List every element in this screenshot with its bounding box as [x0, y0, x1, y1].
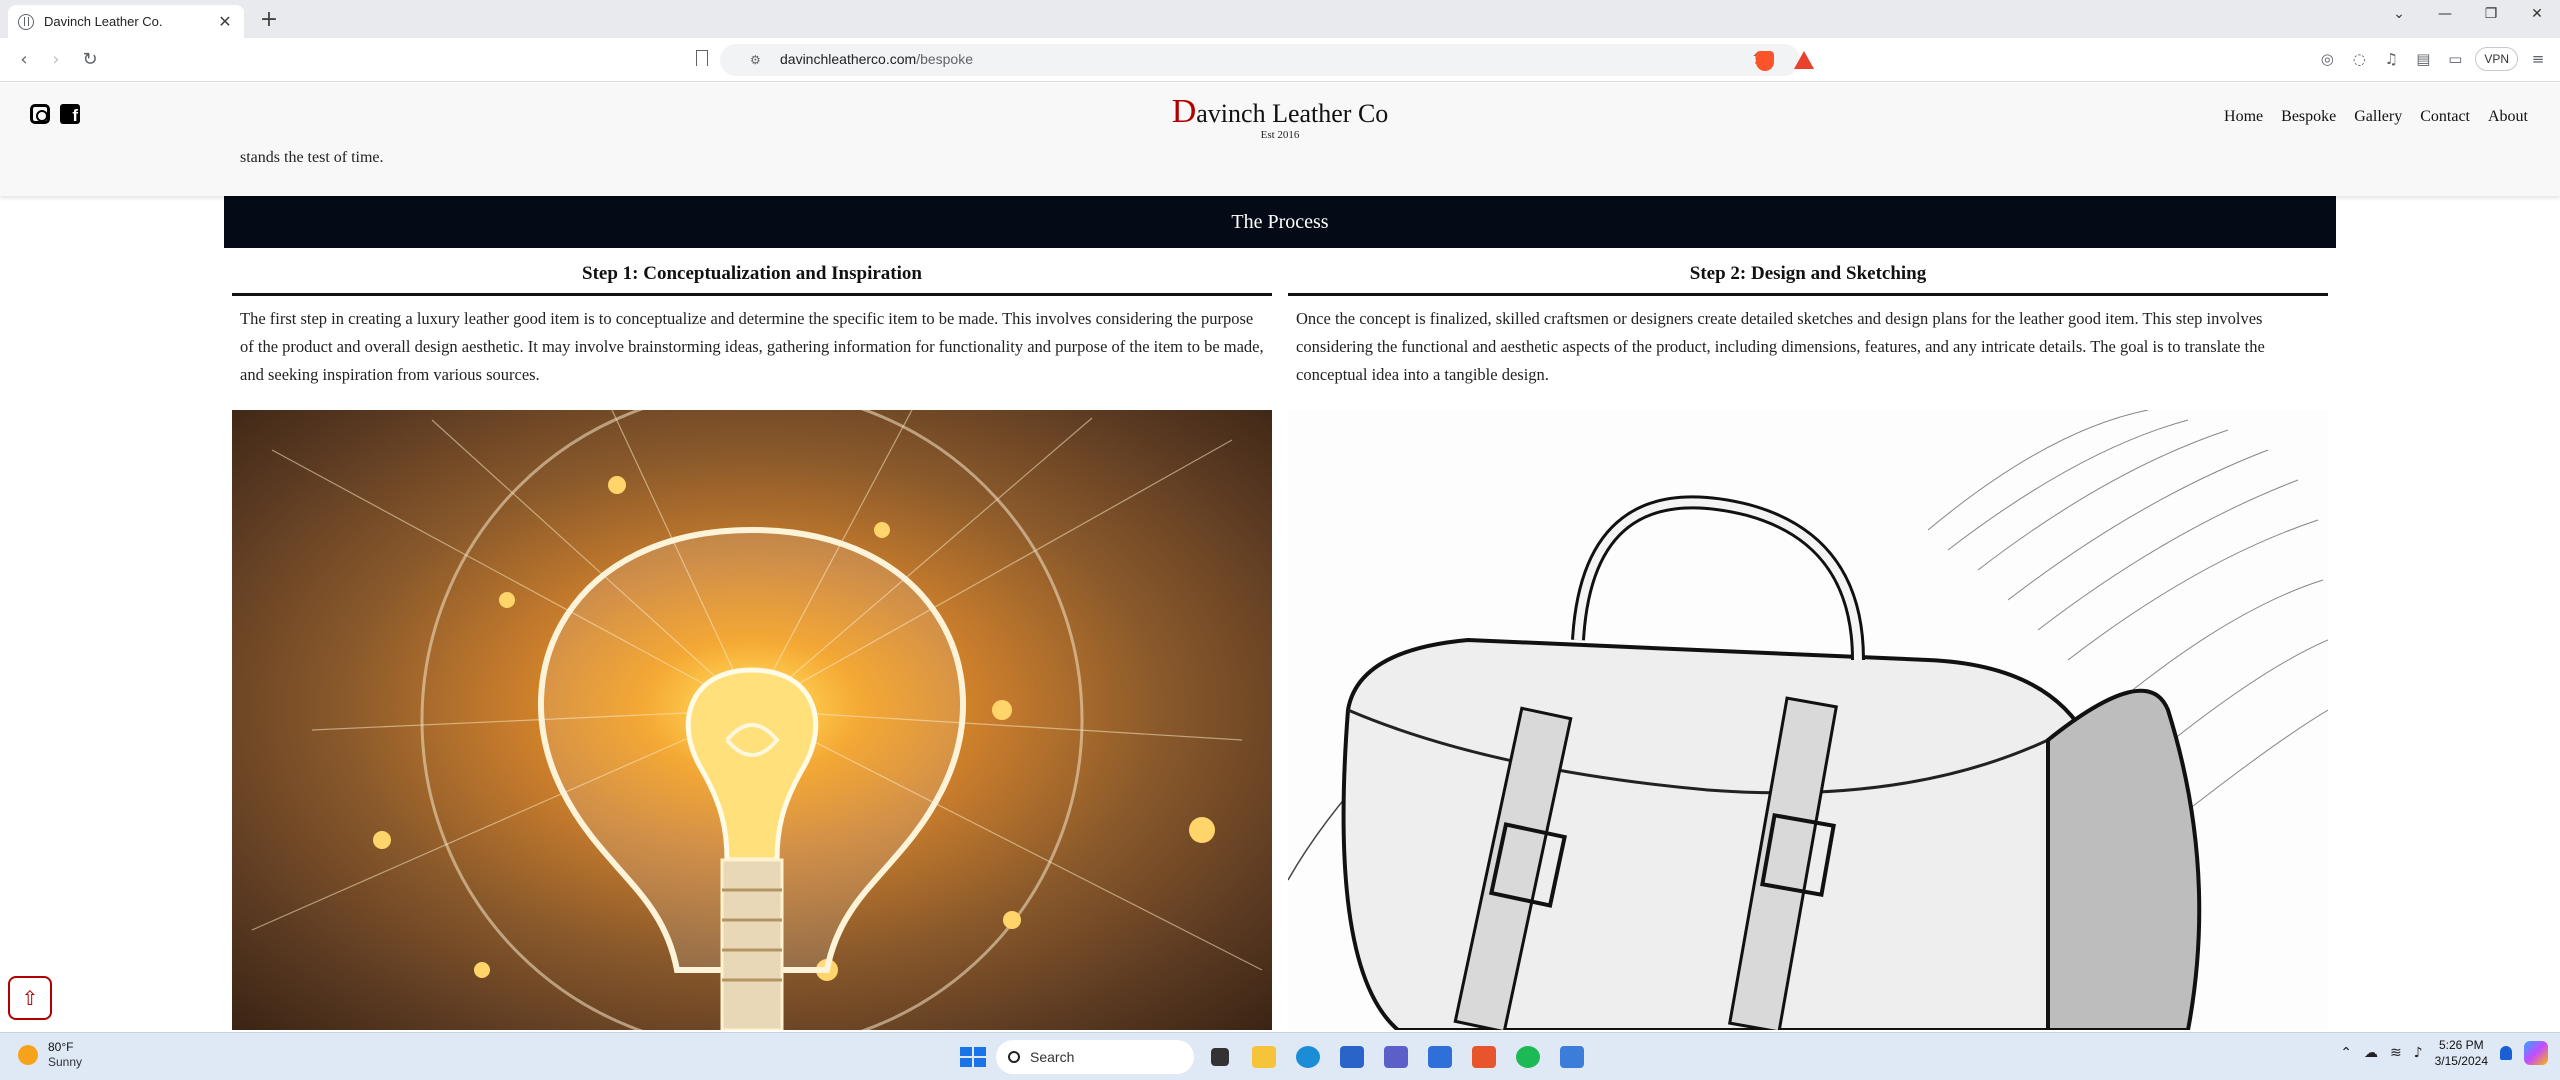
- site-header: f Davinch Leather Co Est 2016 Home Bespo…: [0, 83, 2560, 196]
- nav-gallery[interactable]: Gallery: [2354, 108, 2402, 126]
- nav-about[interactable]: About: [2488, 108, 2528, 126]
- new-tab-button[interactable]: +: [255, 6, 283, 34]
- step-title: Step 2: Design and Sketching: [1288, 248, 2328, 296]
- restore-button[interactable]: ❐: [2468, 0, 2514, 30]
- system-tray: ⌃ ☁ ≋ ♪ 5:26 PM 3/15/2024: [2340, 1037, 2548, 1069]
- clock[interactable]: 5:26 PM 3/15/2024: [2435, 1037, 2488, 1069]
- store-icon[interactable]: [1334, 1039, 1370, 1075]
- app-icon-2[interactable]: [1554, 1039, 1590, 1075]
- share-upload-button[interactable]: ⇧: [8, 976, 52, 1020]
- windows-taskbar: 80°F Sunny Search ⌃ ☁ ≋ ♪ 5:26 PM 3/15/2…: [0, 1032, 2560, 1080]
- bookmark-icon[interactable]: [696, 50, 708, 66]
- forward-icon[interactable]: ›: [42, 46, 70, 74]
- toolbar-icons: ◎ ◌ ♫ ▤ ▭ VPN ≡: [2315, 44, 2550, 74]
- url-path: /bespoke: [916, 51, 974, 67]
- logo-text: Davinch Leather Co: [1080, 93, 1480, 131]
- established-year: Est 2016: [1260, 129, 1300, 141]
- instagram-icon[interactable]: [30, 104, 50, 124]
- step-description: The first step in creating a luxury leat…: [240, 309, 1264, 384]
- minimize-button[interactable]: —: [2422, 0, 2468, 30]
- tab-search-icon[interactable]: ⌄: [2376, 0, 2422, 30]
- taskbar-search[interactable]: Search: [996, 1040, 1194, 1074]
- step-title: Step 1: Conceptualization and Inspiratio…: [232, 248, 1272, 296]
- window-controls: ⌄ — ❐ ✕: [2376, 0, 2560, 30]
- tab-title: Davinch Leather Co.: [44, 14, 163, 29]
- taskbar-apps: Search: [952, 1039, 1590, 1075]
- wifi-icon[interactable]: ≋: [2390, 1045, 2402, 1061]
- logo-initial: D: [1171, 93, 1197, 130]
- weather-temperature: 80°F: [48, 1040, 74, 1054]
- wallet-icon[interactable]: ◎: [2315, 44, 2339, 74]
- extensions-icon[interactable]: ▤: [2411, 44, 2435, 74]
- web-page: The Process Step 1: Conceptualization an…: [0, 83, 2560, 1031]
- onedrive-icon[interactable]: ☁: [2364, 1045, 2378, 1061]
- search-label: Search: [1030, 1049, 1075, 1065]
- task-view-icon[interactable]: [1202, 1039, 1238, 1075]
- light-bulb-illustration: [251, 410, 1263, 1030]
- process-step-2: Step 2: Design and Sketching Once the co…: [1288, 248, 2328, 1030]
- search-icon: [1008, 1051, 1020, 1063]
- clock-time: 5:26 PM: [2438, 1038, 2484, 1052]
- light-bulb-image: [232, 410, 1272, 1030]
- brave-rewards-icon[interactable]: [1794, 51, 1814, 69]
- file-explorer-icon[interactable]: [1246, 1039, 1282, 1075]
- site-logo[interactable]: Davinch Leather Co Est 2016: [1080, 93, 1480, 141]
- brave-shields-icon[interactable]: [1756, 51, 1774, 71]
- process-step-1: Step 1: Conceptualization and Inspiratio…: [232, 248, 1272, 1030]
- site-favicon-icon: [18, 13, 34, 30]
- browser-toolbar: ‹ › ↻ ⚙ davinchleatherco.com/bespoke ⇪ ◎…: [0, 38, 2560, 82]
- vpn-button[interactable]: VPN: [2475, 47, 2518, 71]
- url-domain: davinchleatherco.com: [780, 51, 917, 67]
- app-icon[interactable]: [1422, 1039, 1458, 1075]
- site-info-icon[interactable]: ⚙: [750, 53, 761, 67]
- section-title: The Process: [224, 196, 2336, 248]
- sun-icon: [18, 1045, 38, 1065]
- logo-name: avinch Leather Co: [1196, 99, 1389, 128]
- chevron-up-icon[interactable]: ⌃: [2340, 1045, 2352, 1061]
- back-icon[interactable]: ‹: [10, 46, 38, 74]
- clock-date: 3/15/2024: [2434, 1054, 2488, 1068]
- social-links: f: [30, 104, 80, 124]
- nav-home[interactable]: Home: [2224, 108, 2263, 126]
- intro-paragraph-tail: stands the test of time.: [240, 149, 384, 166]
- chat-icon[interactable]: ◌: [2347, 44, 2371, 74]
- music-icon[interactable]: ♫: [2379, 44, 2403, 74]
- spotify-icon[interactable]: [1510, 1039, 1546, 1075]
- menu-icon[interactable]: ≡: [2526, 44, 2550, 74]
- weather-condition: Sunny: [48, 1055, 83, 1069]
- close-window-button[interactable]: ✕: [2514, 0, 2560, 30]
- reload-icon[interactable]: ↻: [76, 46, 104, 74]
- browser-tab[interactable]: Davinch Leather Co. ✕: [8, 5, 244, 38]
- sidebar-icon[interactable]: ▭: [2443, 44, 2467, 74]
- tab-close-icon[interactable]: ✕: [216, 12, 234, 32]
- url-text[interactable]: davinchleatherco.com/bespoke: [780, 51, 973, 67]
- volume-muted-icon[interactable]: ♪: [2414, 1045, 2423, 1061]
- copilot-icon[interactable]: [2524, 1041, 2548, 1065]
- step-description: Once the concept is finalized, skilled c…: [1296, 309, 2265, 384]
- leather-bag-sketch: [1288, 410, 2328, 1030]
- brave-icon[interactable]: [1466, 1039, 1502, 1075]
- start-button[interactable]: [952, 1039, 988, 1075]
- edge-icon[interactable]: [1290, 1039, 1326, 1075]
- nav-contact[interactable]: Contact: [2420, 108, 2470, 126]
- notification-bell-icon[interactable]: [2500, 1046, 2512, 1060]
- weather-widget[interactable]: 80°F Sunny: [18, 1040, 82, 1070]
- facebook-icon[interactable]: f: [60, 104, 80, 124]
- site-navigation: Home Bespoke Gallery Contact About: [2224, 108, 2528, 126]
- tab-strip: Davinch Leather Co. ✕ + ⌄ — ❐ ✕: [0, 0, 2560, 38]
- teams-icon[interactable]: [1378, 1039, 1414, 1075]
- nav-bespoke[interactable]: Bespoke: [2281, 108, 2336, 126]
- bag-sketch-image: [1288, 410, 2328, 1030]
- address-bar[interactable]: ⚙ davinchleatherco.com/bespoke ⇪: [696, 44, 1800, 76]
